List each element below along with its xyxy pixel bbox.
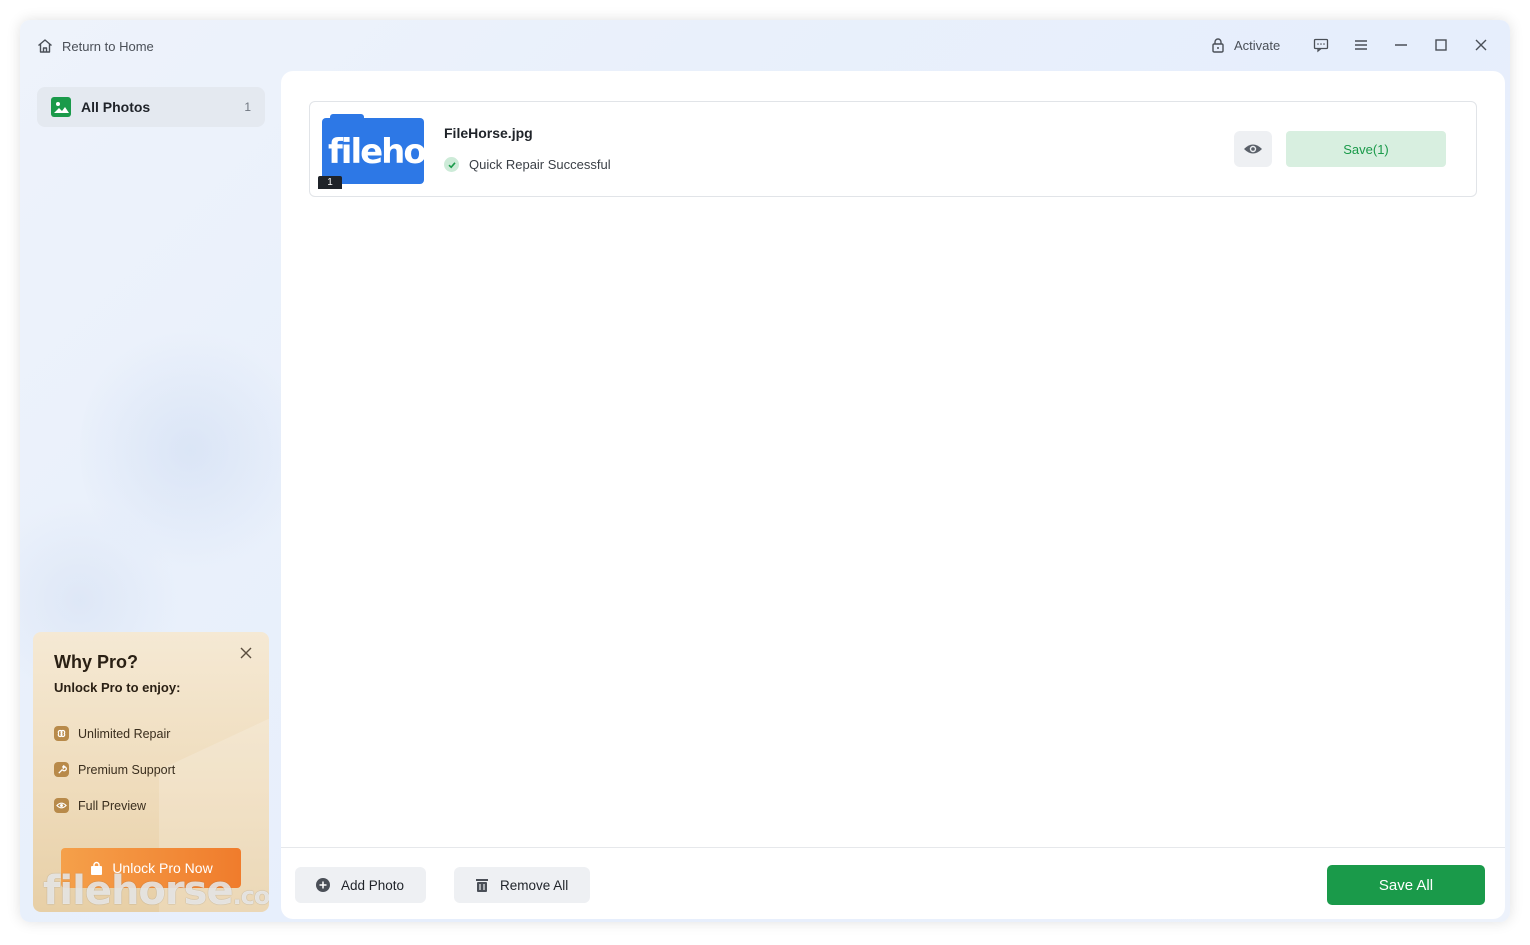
repair-status-label: Quick Repair Successful bbox=[469, 157, 611, 172]
pro-feature-item: Unlimited Repair bbox=[54, 726, 170, 741]
pro-feature-item: Full Preview bbox=[54, 798, 146, 813]
close-icon bbox=[1475, 39, 1487, 51]
check-circle-icon bbox=[444, 157, 459, 172]
minimize-icon bbox=[1395, 44, 1407, 46]
pro-card-subtitle: Unlock Pro to enjoy: bbox=[54, 680, 181, 695]
file-name: FileHorse.jpg bbox=[444, 125, 533, 141]
eye-icon bbox=[1244, 144, 1262, 154]
return-home-label: Return to Home bbox=[62, 38, 154, 54]
save-file-button[interactable]: Save(1) bbox=[1286, 131, 1446, 167]
activate-label: Activate bbox=[1234, 37, 1281, 53]
thumbnail-badge: 1 bbox=[318, 176, 342, 189]
app-window: Return to Home Activate All Photos 1 Why… bbox=[20, 20, 1510, 922]
sidebar-item-label: All Photos bbox=[81, 99, 151, 115]
home-icon bbox=[38, 39, 52, 53]
pro-feature-label: Unlimited Repair bbox=[78, 726, 171, 741]
return-home-button[interactable]: Return to Home bbox=[36, 37, 154, 55]
remove-all-button[interactable]: Remove All bbox=[454, 867, 591, 903]
filehorse-watermark: filehorse.com bbox=[43, 868, 269, 912]
file-thumbnail[interactable]: filehorse 1 bbox=[318, 114, 481, 189]
close-icon bbox=[240, 647, 252, 659]
feedback-button[interactable] bbox=[1310, 34, 1332, 56]
add-circle-icon bbox=[316, 878, 330, 892]
sidebar-item-count: 1 bbox=[244, 100, 251, 114]
pro-feature-label: Full Preview bbox=[78, 798, 147, 813]
activate-button[interactable]: Activate bbox=[1210, 37, 1280, 53]
main-panel: filehorse 1 FileHorse.jpg Quick Repair S… bbox=[281, 71, 1505, 919]
bottom-toolbar: Add Photo Remove All Save All bbox=[281, 847, 1505, 919]
maximize-icon bbox=[1435, 39, 1447, 51]
remove-all-label: Remove All bbox=[500, 877, 569, 893]
pro-feature-item: Premium Support bbox=[54, 762, 175, 777]
hamburger-icon bbox=[1355, 40, 1367, 50]
pro-card-title: Why Pro? bbox=[54, 652, 138, 672]
message-icon bbox=[1313, 38, 1329, 53]
wrench-icon bbox=[54, 762, 69, 777]
pro-feature-label: Premium Support bbox=[78, 762, 176, 777]
trash-icon bbox=[476, 879, 488, 892]
photo-icon bbox=[51, 97, 71, 117]
minimize-button[interactable] bbox=[1390, 34, 1412, 56]
pro-promo-card: Why Pro? Unlock Pro to enjoy: Unlimited … bbox=[33, 632, 269, 912]
maximize-button[interactable] bbox=[1430, 34, 1452, 56]
pro-card-close-button[interactable] bbox=[237, 644, 255, 662]
save-all-button[interactable]: Save All bbox=[1327, 865, 1485, 905]
preview-button[interactable] bbox=[1234, 131, 1272, 167]
infinity-icon bbox=[54, 726, 69, 741]
file-card: filehorse 1 FileHorse.jpg Quick Repair S… bbox=[309, 101, 1477, 197]
menu-button[interactable] bbox=[1350, 34, 1372, 56]
title-bar: Return to Home Activate bbox=[20, 20, 1510, 72]
add-photo-label: Add Photo bbox=[341, 877, 405, 893]
close-button[interactable] bbox=[1470, 34, 1492, 56]
eye-icon bbox=[54, 798, 69, 813]
repair-status: Quick Repair Successful bbox=[444, 157, 611, 172]
add-photo-button[interactable]: Add Photo bbox=[295, 867, 427, 903]
lock-icon bbox=[1212, 38, 1224, 53]
sidebar-item-all-photos[interactable]: All Photos 1 bbox=[37, 87, 265, 127]
